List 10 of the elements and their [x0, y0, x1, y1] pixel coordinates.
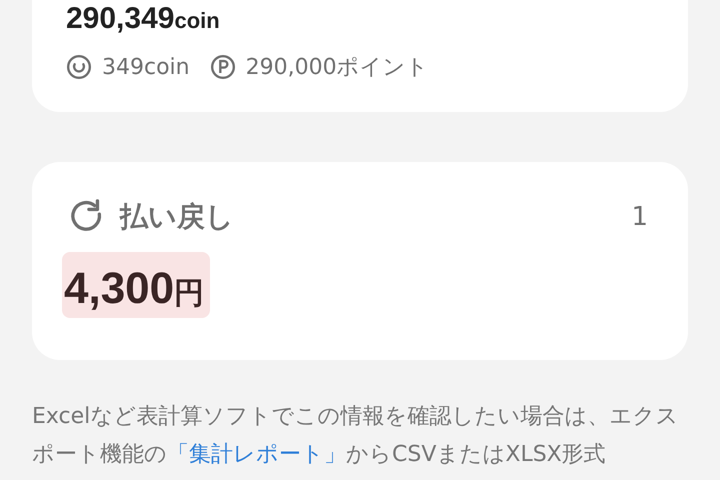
export-notice: Excelなど表計算ソフトでこの情報を確認したい場合は、エクスポート機能の「集計レポート」からCSVまたはXLSX形式	[32, 403, 680, 469]
report-link[interactable]: 「集計レポート」	[167, 442, 346, 467]
coin-icon	[66, 54, 92, 80]
point-amount: 290,000ポイント	[246, 54, 429, 82]
point-icon	[210, 54, 236, 80]
coin-amount: 349coin	[102, 54, 190, 80]
total-balance: 290,349coin	[66, 1, 221, 37]
refund-title: 払い戻し	[120, 199, 234, 235]
refund-amount: 4,300円	[62, 252, 210, 318]
refund-count: 1	[631, 202, 648, 232]
